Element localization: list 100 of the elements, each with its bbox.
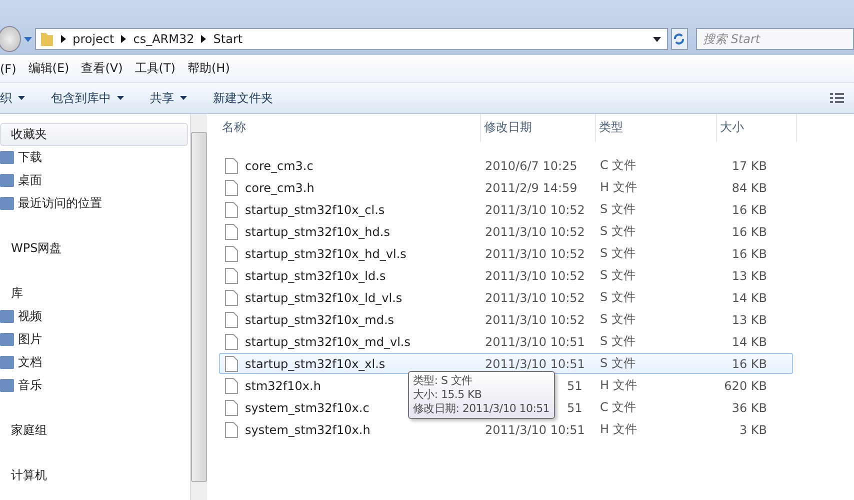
breadcrumb[interactable]: Start <box>213 32 243 46</box>
table-cell: 2011/3/10 10:51 <box>485 334 585 348</box>
refresh-button[interactable] <box>670 28 688 50</box>
toolbar-button[interactable]: 织 <box>0 90 25 106</box>
folder-icon <box>0 151 14 164</box>
table-cell-text: 17 KB <box>730 158 767 172</box>
breadcrumb[interactable]: project <box>72 32 114 46</box>
toolbar-button[interactable]: 共享 <box>150 90 187 106</box>
file-icon <box>225 334 238 350</box>
table-cell-text: 14 KB <box>730 334 767 348</box>
table-cell-text: S 文件 <box>600 333 636 350</box>
nav-group-item[interactable]: 家庭组 <box>0 419 188 442</box>
menu-item[interactable]: (F) <box>0 62 16 76</box>
table-cell-text: H 文件 <box>600 421 638 438</box>
table-cell-text: 36 KB <box>730 400 767 414</box>
breadcrumb-arrow-icon[interactable] <box>201 35 206 43</box>
folder-icon <box>40 31 54 47</box>
back-button[interactable] <box>0 26 21 52</box>
nav-item[interactable]: 下载 <box>18 149 42 166</box>
table-cell: 2011/3/10 10:51 <box>485 356 585 370</box>
table-cell-text: H 文件 <box>600 377 638 394</box>
nav-item[interactable]: 最近访问的位置 <box>18 195 102 212</box>
file-name: system_stm32f10x.h <box>245 422 370 436</box>
breadcrumb-arrow-icon[interactable] <box>60 35 66 43</box>
menu-item[interactable]: 工具(T) <box>134 60 176 77</box>
nav-group-item[interactable]: 收藏夹 <box>0 123 188 146</box>
file-icon <box>225 290 238 306</box>
file-name: startup_stm32f10x_hd.s <box>245 224 390 238</box>
table-cell-text: C 文件 <box>600 399 638 416</box>
table-cell: 2011/3/10 10:52 <box>485 246 585 260</box>
selected-file-row[interactable]: startup_stm32f10x_xl.s 2011/3/10 10:51 S 文件 16 KB <box>219 353 793 374</box>
table-cell: 2011/3/10 10:52 <box>485 312 585 326</box>
toolbar-button[interactable]: 包含到库中 <box>51 90 124 106</box>
menu-item[interactable]: 帮助(H) <box>188 60 230 77</box>
table-cell-text: 14 KB <box>730 290 767 304</box>
scrollbar[interactable] <box>190 114 207 500</box>
folder-icon <box>0 310 14 323</box>
menu-item[interactable]: 查看(V) <box>81 60 123 77</box>
file-icon <box>225 400 238 416</box>
nav-group-item[interactable]: 计算机 <box>0 464 188 487</box>
file-icon <box>225 378 238 394</box>
table-cell: 51 <box>567 400 582 414</box>
nav-item[interactable]: 文档 <box>18 354 42 371</box>
file-name: startup_stm32f10x_ld.s <box>245 268 386 282</box>
caret-icon[interactable] <box>180 96 187 100</box>
breadcrumb-arrow-icon[interactable] <box>121 35 126 43</box>
refresh-icon <box>672 32 686 46</box>
file-name: startup_stm32f10x_ld_vl.s <box>245 290 402 304</box>
tooltip: 类型: S 文件 大小: 15.5 KB 修改日期: 2011/3/10 10:51 <box>408 371 555 419</box>
view-options-icon[interactable] <box>830 93 844 103</box>
table-cell-text: S 文件 <box>600 267 636 284</box>
file-icon <box>225 422 238 438</box>
file-name: core_cm3.c <box>245 158 314 172</box>
table-cell-text: 16 KB <box>730 224 767 238</box>
menu-item[interactable]: 编辑(E) <box>28 60 70 77</box>
nav-item[interactable]: 图片 <box>18 331 42 348</box>
caret-icon[interactable] <box>18 96 25 100</box>
table-cell: 2010/6/7 10:25 <box>485 158 578 172</box>
column-header[interactable]: 修改日期 <box>481 114 596 142</box>
column-header[interactable]: 名称 <box>219 114 481 142</box>
file-icon <box>225 202 238 218</box>
table-cell-text: S 文件 <box>600 245 636 262</box>
table-cell-text: S 文件 <box>600 311 636 328</box>
dropdown-icon[interactable] <box>652 36 661 42</box>
table-cell-text: H 文件 <box>600 179 638 196</box>
search-field[interactable]: 搜索 Start <box>696 28 854 50</box>
table-cell-text: 3 KB <box>738 422 767 436</box>
toolbar-button[interactable]: 新建文件夹 <box>213 90 273 106</box>
nav-item[interactable]: 音乐 <box>18 377 42 394</box>
table-cell: 2011/3/10 10:52 <box>485 290 585 304</box>
file-name: core_cm3.h <box>245 180 314 194</box>
folder-icon <box>0 333 14 346</box>
file-name: startup_stm32f10x_md_vl.s <box>245 334 410 348</box>
table-cell-text: S 文件 <box>600 223 636 240</box>
nav-item[interactable]: 视频 <box>18 308 42 325</box>
column-header[interactable]: 大小 <box>717 114 797 142</box>
column-header[interactable]: 类型 <box>596 114 717 142</box>
folder-icon <box>0 379 14 392</box>
file-icon <box>225 158 238 174</box>
folder-icon <box>0 356 14 369</box>
nav-item[interactable]: 桌面 <box>18 172 42 189</box>
table-cell-text: C 文件 <box>600 157 638 174</box>
caret-icon[interactable] <box>117 96 124 100</box>
table-cell-text: 620 KB <box>723 378 767 392</box>
file-name: stm32f10x.h <box>245 378 321 392</box>
file-name: system_stm32f10x.c <box>245 400 370 414</box>
table-cell: 51 <box>567 378 582 392</box>
table-cell-text: 16 KB <box>730 356 767 370</box>
file-name: startup_stm32f10x_hd_vl.s <box>245 246 406 260</box>
nav-group-item[interactable]: 库 <box>0 282 188 305</box>
file-name: startup_stm32f10x_md.s <box>245 312 394 326</box>
table-cell: 2011/2/9 14:59 <box>485 180 578 194</box>
folder-icon <box>0 197 14 210</box>
table-cell-text: 13 KB <box>730 268 767 282</box>
table-cell: 2011/3/10 10:51 <box>485 422 585 436</box>
file-icon <box>225 224 238 240</box>
nav-group-item[interactable]: WPS网盘 <box>0 237 188 260</box>
address-bar[interactable]: project cs_ARM32 Start <box>34 28 668 50</box>
table-cell-text: 84 KB <box>730 180 767 194</box>
breadcrumb[interactable]: cs_ARM32 <box>133 32 194 46</box>
